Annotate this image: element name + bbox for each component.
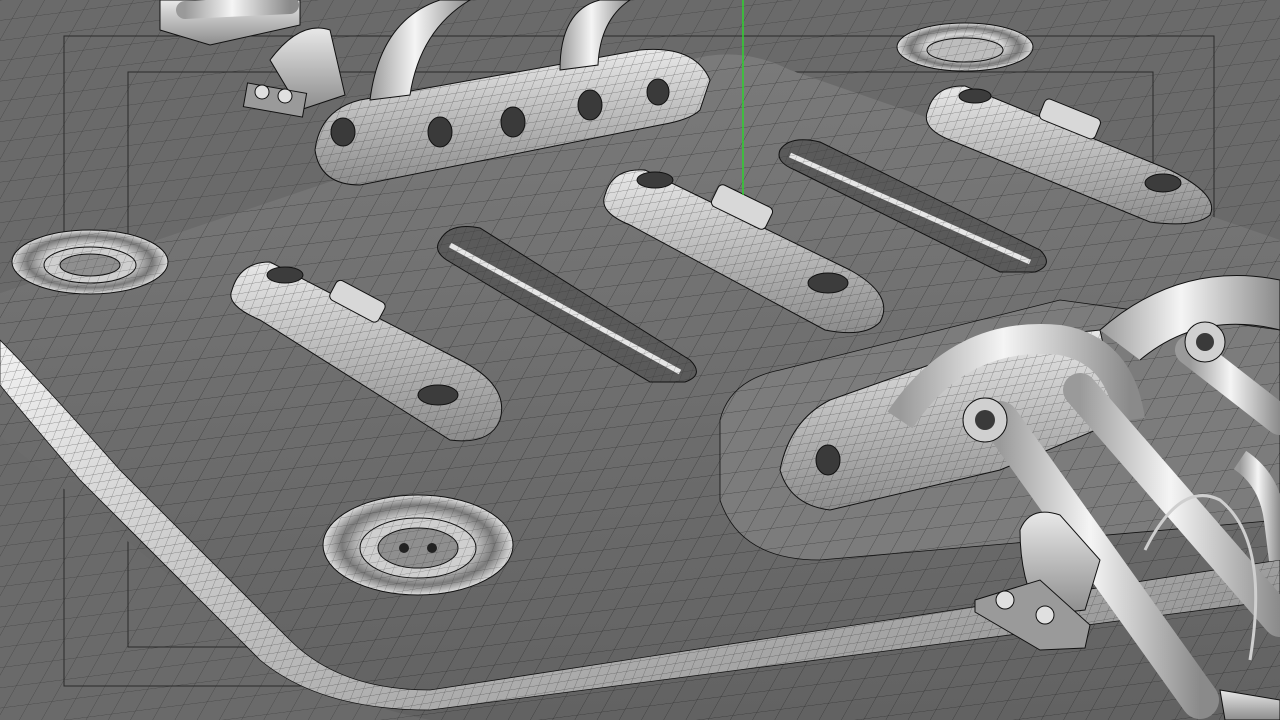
bolt-socket-top[interactable] — [896, 22, 1034, 72]
bolt-socket-left[interactable] — [11, 229, 169, 295]
3d-viewport[interactable] — [0, 0, 1280, 720]
bolt-socket-front[interactable] — [322, 494, 514, 596]
viewport-canvas[interactable] — [0, 0, 1280, 720]
